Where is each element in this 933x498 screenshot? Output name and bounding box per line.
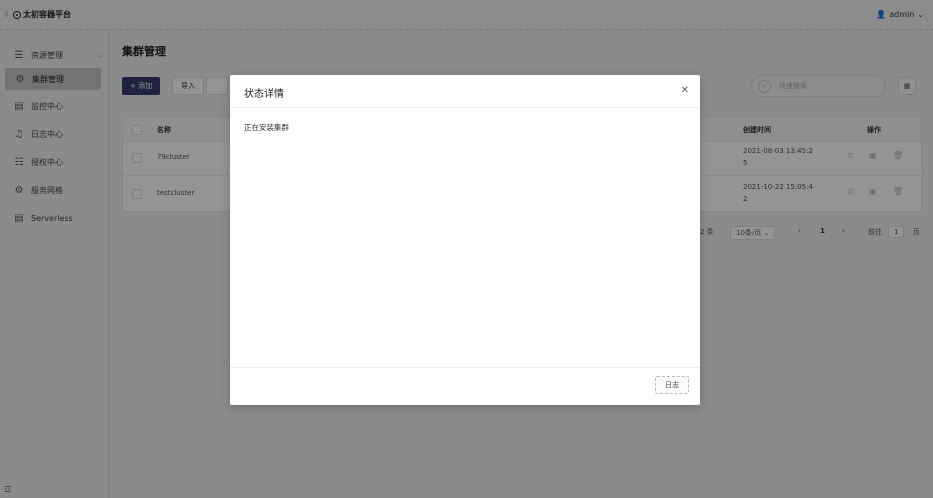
close-icon[interactable]: ✕ xyxy=(681,85,689,96)
status-message: 正在安装集群 xyxy=(244,123,289,132)
status-detail-dialog: 状态详情 ✕ 正在安装集群 日志 xyxy=(230,75,700,405)
dialog-title: 状态详情 xyxy=(244,89,284,100)
dialog-header: 状态详情 ✕ xyxy=(230,75,700,108)
dialog-footer: 日志 xyxy=(230,367,700,405)
log-button[interactable]: 日志 xyxy=(655,376,689,394)
